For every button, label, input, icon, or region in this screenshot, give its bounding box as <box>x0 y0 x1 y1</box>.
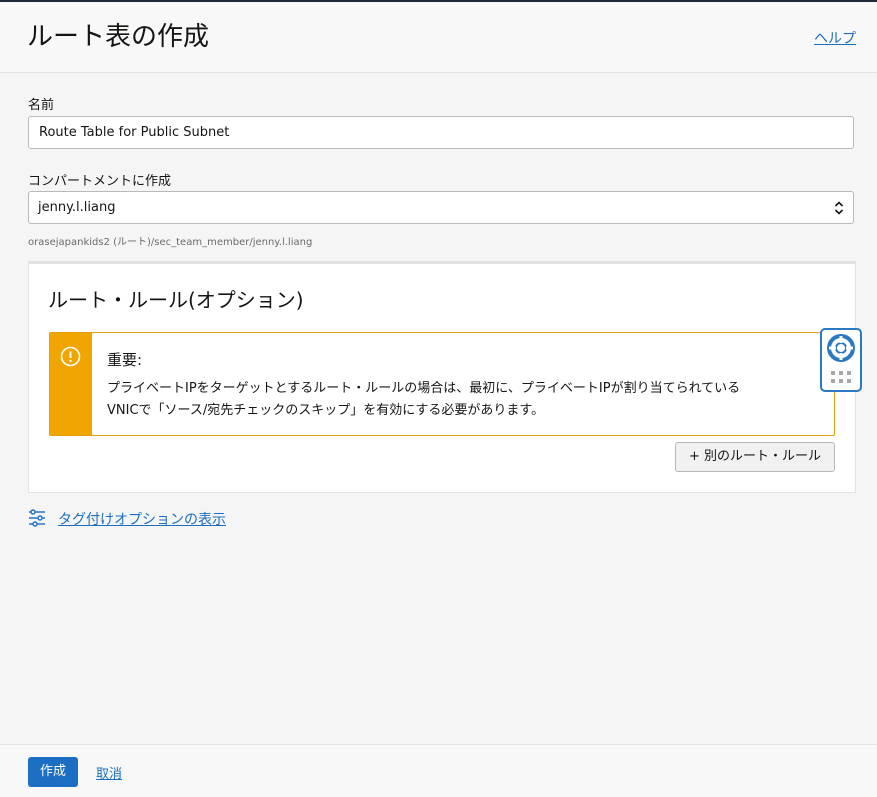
compartment-path: orasejapankids2 (ルート)/sec_team_member/je… <box>28 237 313 248</box>
drag-grip-icon[interactable] <box>830 370 852 384</box>
compartment-select[interactable]: jenny.l.liang <box>28 191 854 224</box>
compartment-select-value: jenny.l.liang <box>38 200 116 215</box>
lifebuoy-icon <box>827 334 855 362</box>
notice-body: プライベートIPをターゲットとするルート・ルールの場合は、最初に、プライベートI… <box>107 378 827 422</box>
compartment-label: コンパートメントに作成 <box>28 174 172 189</box>
page-header: ルート表の作成 ヘルプ <box>0 2 877 73</box>
sliders-icon <box>29 509 45 527</box>
notice-line-1: プライベートIPをターゲットとするルート・ルールの場合は、最初に、プライベートI… <box>107 381 741 396</box>
route-rules-title: ルート・ルール(オプション) <box>48 288 304 312</box>
route-rules-panel: ルート・ルール(オプション) 重要: プライベートIPをターゲットとするルート・… <box>28 261 856 493</box>
chevron-updown-icon <box>834 201 844 215</box>
important-notice: 重要: プライベートIPをターゲットとするルート・ルールの場合は、最初に、プライ… <box>49 332 835 436</box>
name-input[interactable] <box>28 116 854 149</box>
helper-widget[interactable] <box>820 328 862 392</box>
notice-line-2: VNICで「ソース/宛先チェックのスキップ」を有効にする必要があります。 <box>107 403 545 418</box>
add-route-rule-button[interactable]: + 別のルート・ルール <box>675 442 835 472</box>
page-title: ルート表の作成 <box>27 22 210 52</box>
notice-title: 重要: <box>107 351 143 369</box>
cancel-link[interactable]: 取消 <box>96 763 122 782</box>
help-link[interactable]: ヘルプ <box>814 28 856 48</box>
tag-options-link[interactable]: タグ付けオプションの表示 <box>58 509 226 529</box>
alert-circle-icon <box>60 346 81 367</box>
name-label: 名前 <box>28 98 55 113</box>
footer: 作成 取消 <box>0 744 877 797</box>
notice-bar <box>50 333 92 435</box>
create-button[interactable]: 作成 <box>28 757 78 787</box>
